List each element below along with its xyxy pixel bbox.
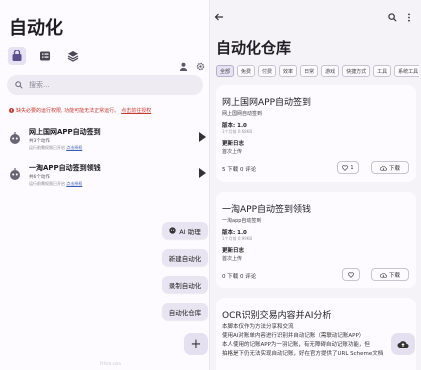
cloud-download-icon: [380, 165, 387, 171]
chip-all[interactable]: 全部: [216, 65, 235, 77]
search-icon: [15, 81, 23, 89]
chip-paid[interactable]: 付费: [258, 65, 277, 77]
download-button[interactable]: 下载: [371, 161, 409, 174]
repo-card[interactable]: 一淘APP自动签到领钱 一淘app自动签到 版本: 1.0 1个月前 0.99K…: [216, 192, 416, 288]
layers-tab-icon[interactable]: [64, 47, 82, 65]
play-icon[interactable]: [199, 132, 206, 142]
back-arrow-icon[interactable]: [214, 7, 224, 26]
person-icon[interactable]: [179, 56, 188, 75]
repo-header-actions: [388, 7, 411, 26]
robot-icon: [10, 132, 20, 144]
search-placeholder: 搜索...: [29, 81, 50, 89]
chip-shortcut[interactable]: 快捷方式: [342, 65, 371, 77]
card-changelog: 首次上传: [222, 149, 243, 155]
view-tabs: [8, 47, 82, 65]
new-automation-label: 新建自动化: [168, 254, 202, 263]
card-title: OCR识别交易内容并AI分析: [222, 311, 332, 321]
chip-game[interactable]: 游戏: [321, 65, 340, 77]
task-status-text: 运行前需权限已开启: [29, 145, 67, 150]
task-status-text: 运行前需权限已开启: [29, 181, 67, 186]
play-icon[interactable]: [199, 168, 206, 178]
card-title: 网上国网APP自动签到: [222, 98, 312, 108]
download-button[interactable]: 下载: [371, 268, 409, 281]
card-version-meta: 1个月前 0.99KB: [222, 236, 253, 241]
record-automation-label: 录制自动化: [168, 281, 202, 290]
task-subtitle: 共6个动作: [29, 175, 50, 180]
task-grant-link[interactable]: 点击授权: [66, 181, 82, 186]
category-chips: 全部 免费 付费 效率 日常 游戏 快捷方式 工具 系统工具: [216, 65, 419, 77]
task-grant-link[interactable]: 点击授权: [66, 145, 82, 150]
watermark: Ftfsm.com: [100, 361, 122, 366]
card-stats: 0 下载 0 评论: [222, 274, 257, 280]
task-title: 一淘APP自动签到领钱: [29, 164, 101, 172]
automation-repo-label: 自动化仓库: [168, 308, 202, 317]
search-icon[interactable]: [388, 7, 397, 26]
heart-icon: [342, 164, 349, 171]
card-title: 一淘APP自动签到领钱: [222, 205, 312, 215]
card-description: 本脚本仅作为方法分享和交流 使用AI对账单内容进行识别并自动记账（需联动记账AP…: [222, 323, 412, 359]
card-version-meta: 1个月前 0.68KB: [222, 129, 253, 134]
like-button[interactable]: [342, 268, 360, 281]
heart-icon: [348, 271, 354, 278]
home-tab-icon[interactable]: [8, 47, 26, 65]
task-item[interactable]: 网上国网APP自动签到 共3个动作 运行前需权限已开启 点击授权: [8, 127, 208, 163]
gear-icon[interactable]: [196, 56, 205, 75]
ai-icon: [169, 227, 176, 234]
task-status: 运行前需权限已开启 点击授权: [29, 145, 82, 151]
cloud-download-icon: [380, 272, 387, 278]
task-status: 运行前需权限已开启 点击授权: [29, 181, 82, 187]
plus-icon: +: [190, 336, 202, 352]
card-version: 版本: 1.0: [222, 230, 247, 236]
new-automation-button[interactable]: 新建自动化: [162, 249, 208, 266]
card-description-line: 拍格是下仍无法实现自动记账，好在官方提供了URL Scheme文档: [222, 351, 384, 357]
automation-repo-button[interactable]: 自动化仓库: [162, 303, 208, 320]
card-description-line: 本脚本仅作为方法分享和交流: [222, 324, 294, 330]
error-icon: [9, 108, 14, 113]
download-label: 下载: [388, 165, 400, 172]
record-automation-button[interactable]: 录制自动化: [162, 276, 208, 293]
upload-button[interactable]: [391, 333, 415, 355]
add-button[interactable]: +: [184, 333, 208, 355]
chip-system-tools[interactable]: 系统工具: [394, 65, 419, 77]
more-vert-icon[interactable]: [407, 7, 411, 26]
card-description-line: 本人使用的记账APP为一羽记账，有无障碍自动记账功能，但: [222, 342, 370, 348]
grant-permission-link[interactable]: 点击前往授权: [121, 107, 151, 114]
page-title: 自动化: [9, 18, 63, 39]
card-stats: 5 下载 0 评论: [222, 167, 257, 173]
card-changelog-label: 更新日志: [222, 141, 245, 147]
repo-card[interactable]: OCR识别交易内容并AI分析 本脚本仅作为方法分享和交流 使用AI对账单内容进行…: [216, 298, 416, 370]
task-subtitle: 共3个动作: [29, 139, 50, 144]
automation-panel: 自动化 搜索... 缺失必要的运行权限, 功能可能无法正常运行。 点击前往授权 …: [0, 0, 210, 370]
chip-daily[interactable]: 日常: [300, 65, 319, 77]
task-item[interactable]: 一淘APP自动签到领钱 共6个动作 运行前需权限已开启 点击授权: [8, 163, 208, 199]
list-tab-icon[interactable]: [36, 47, 54, 65]
card-version: 版本: 1.0: [222, 123, 247, 129]
card-changelog: 首次上传: [222, 256, 243, 262]
task-title: 网上国网APP自动签到: [29, 128, 101, 136]
chip-efficiency[interactable]: 效率: [279, 65, 298, 77]
card-description: 网上国网自动签到: [222, 111, 263, 117]
download-label: 下载: [388, 272, 400, 279]
warning-text: 缺失必要的运行权限, 功能可能无法正常运行。: [16, 108, 120, 114]
cloud-upload-icon: [397, 341, 409, 348]
card-changelog-label: 更新日志: [222, 248, 245, 254]
header-actions: [179, 56, 205, 75]
robot-icon: [10, 168, 20, 180]
repo-card[interactable]: 网上国网APP自动签到 网上国网自动签到 版本: 1.0 1个月前 0.68KB…: [216, 85, 416, 182]
ai-assistant-button[interactable]: AI 助理: [162, 222, 208, 239]
chip-free[interactable]: 免费: [237, 65, 256, 77]
permission-warning: 缺失必要的运行权限, 功能可能无法正常运行。 点击前往授权: [9, 107, 151, 114]
card-description-line: 使用AI对账单内容进行识别并自动记账（需联动记账APP）: [222, 333, 365, 339]
card-description: 一淘app自动签到: [222, 218, 262, 224]
chip-tools[interactable]: 工具: [373, 65, 392, 77]
ai-assistant-label: AI 助理: [179, 227, 201, 236]
like-count: 1: [350, 164, 354, 171]
search-input[interactable]: 搜索...: [7, 75, 203, 95]
repo-title: 自动化仓库: [216, 39, 292, 57]
like-button[interactable]: 1: [337, 161, 359, 174]
